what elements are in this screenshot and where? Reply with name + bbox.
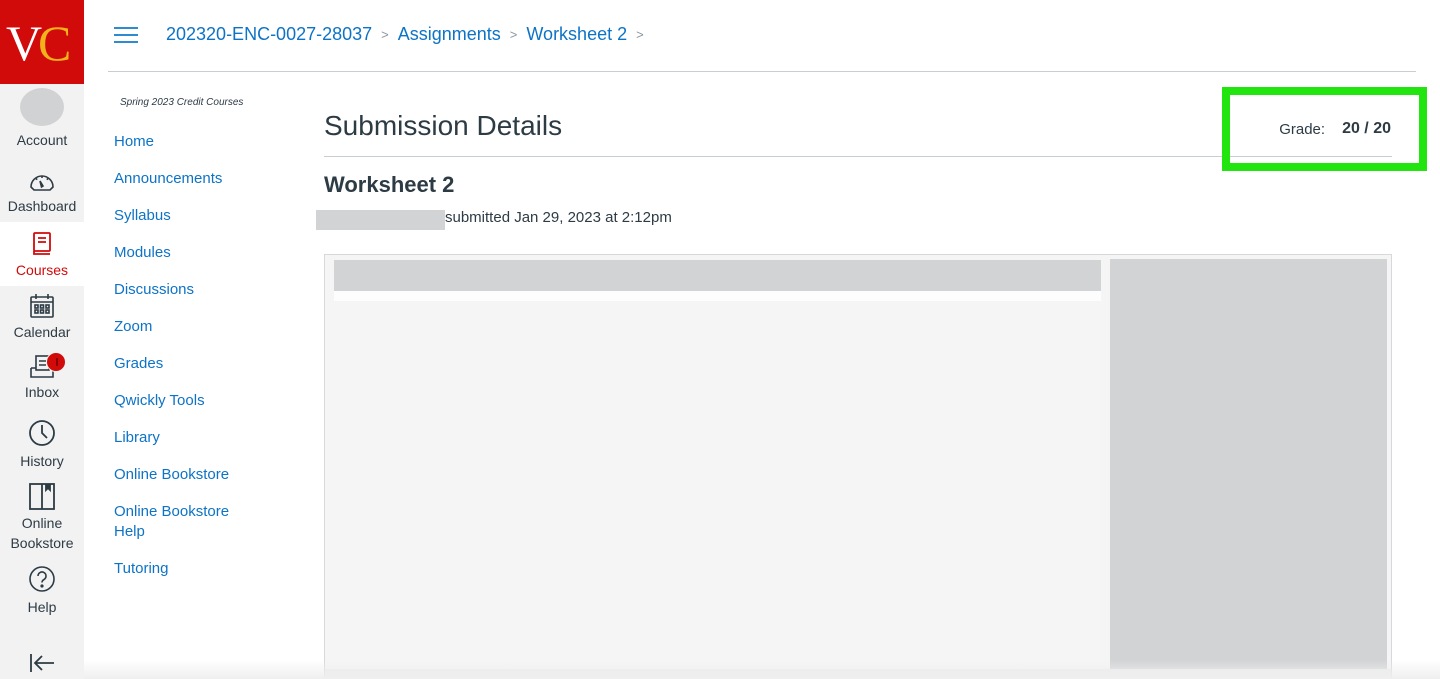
institution-logo[interactable]: V C [0,0,84,84]
courses-icon [33,232,51,255]
nav-history[interactable]: History [0,419,84,471]
hamburger-line [114,34,138,36]
chevron-right-icon: > [509,27,518,42]
breadcrumb-assignment[interactable]: Worksheet 2 [526,24,627,45]
inbox-unread-badge [46,352,66,372]
redacted-student-name [316,210,445,230]
header-divider [108,71,1416,72]
nav-help[interactable]: Help [0,565,84,617]
course-nav: Home Announcements Syllabus Modules Disc… [114,132,294,596]
bottom-fade [84,660,1440,679]
nav-inbox[interactable]: Inbox [0,352,84,402]
nav-help-label: Help [27,599,57,615]
nav-account-label: Account [16,132,68,148]
hamburger-line [114,27,138,29]
nav-calendar-label: Calendar [13,324,71,340]
calendar-icon [30,294,54,318]
nav-calendar[interactable]: Calendar [0,292,84,342]
dashboard-icon [30,175,54,191]
grade-value: 20 / 20 [1342,120,1391,137]
preview-toolbar-redacted [334,260,1101,291]
preview-side-panel-redacted [1110,259,1387,670]
chevron-right-icon: > [636,27,644,42]
course-nav-discussions[interactable]: Discussions [114,280,294,300]
grade-highlight: Grade: 20 / 20 [1222,87,1427,171]
nav-online-bookstore-label: Online Bookstore [10,515,74,551]
course-menu-toggle[interactable] [114,27,138,45]
logo-letter-c: C [38,15,72,71]
course-nav-online-bookstore[interactable]: Online Bookstore [114,465,294,485]
course-nav-zoom[interactable]: Zoom [114,317,294,337]
breadcrumb-assignments[interactable]: Assignments [398,24,501,45]
course-term: Spring 2023 Credit Courses [120,97,244,108]
nav-account[interactable]: Account [0,88,84,150]
course-nav-modules[interactable]: Modules [114,243,294,263]
course-nav-announcements[interactable]: Announcements [114,169,294,189]
collapse-nav-icon [30,654,54,672]
page-title: Submission Details [324,110,563,141]
breadcrumb: 202320-ENC-0027-28037 > Assignments > Wo… [166,24,653,45]
course-nav-grades[interactable]: Grades [114,354,294,374]
nav-courses-label: Courses [15,262,69,278]
breadcrumb-course[interactable]: 202320-ENC-0027-28037 [166,24,372,45]
course-nav-library[interactable]: Library [114,428,294,448]
help-icon [29,566,55,592]
course-nav-syllabus[interactable]: Syllabus [114,206,294,226]
nav-online-bookstore[interactable]: Online Bookstore [0,482,84,553]
history-icon [29,420,55,446]
nav-dashboard-label: Dashboard [7,198,77,214]
course-nav-home[interactable]: Home [114,132,294,152]
collapse-nav-button[interactable] [0,652,84,674]
bookstore-icon [29,483,55,510]
assignment-title: Worksheet 2 [324,172,455,197]
nav-history-label: History [20,453,64,469]
nav-dashboard[interactable]: Dashboard [0,166,84,216]
logo-letter-v: V [6,15,42,71]
nav-inbox-label: Inbox [24,384,60,400]
course-nav-qwickly-tools[interactable]: Qwickly Tools [114,391,294,411]
submission-preview[interactable] [324,254,1392,679]
grade-label: Grade: [1279,120,1326,138]
submission-timestamp: submitted Jan 29, 2023 at 2:12pm [445,209,672,226]
nav-courses[interactable]: Courses [0,222,84,286]
avatar-icon [20,88,64,126]
chevron-right-icon: > [381,27,389,42]
course-nav-tutoring[interactable]: Tutoring [114,559,294,579]
hamburger-line [114,41,138,43]
global-nav: V C Account Dashboard Courses Calendar I… [0,0,84,679]
preview-toolbar-shadow [334,291,1101,301]
course-nav-online-bookstore-help[interactable]: Online Bookstore Help [114,502,254,542]
